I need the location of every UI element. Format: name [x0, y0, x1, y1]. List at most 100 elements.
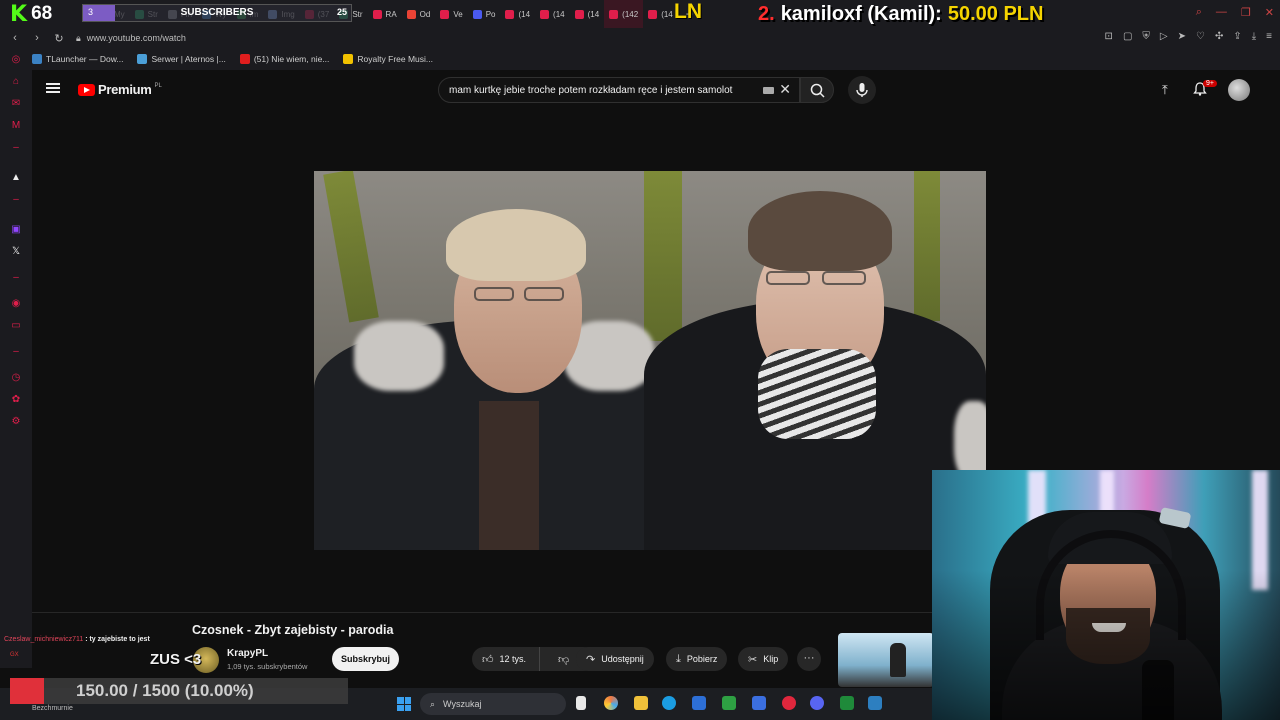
edge-icon[interactable] — [662, 696, 676, 710]
windows-start-icon[interactable] — [397, 697, 411, 711]
divider-dash-icon: – — [13, 346, 19, 357]
extensions-sidebar-icon[interactable]: ✿ — [10, 394, 22, 406]
app-icon[interactable] — [840, 696, 854, 710]
video-player[interactable] — [314, 171, 986, 550]
file-explorer-icon[interactable] — [634, 696, 648, 710]
dislike-button[interactable]: 👎︎ — [546, 653, 569, 666]
heart-icon[interactable]: ♡ — [1196, 31, 1205, 42]
more-actions-button[interactable]: ··· — [797, 647, 821, 671]
taskbar-search-input[interactable]: ⌕ Wyszukaj — [420, 693, 566, 715]
shopping-icon[interactable]: ⌂ — [10, 76, 22, 88]
clip-label: Klip — [763, 654, 779, 664]
country-code: PL — [154, 82, 162, 89]
close-window-icon[interactable]: ✕ — [1265, 6, 1274, 19]
aria-icon[interactable]: ▲ — [10, 172, 22, 184]
shield-icon[interactable]: ⛨ — [1142, 31, 1150, 42]
pin-icon[interactable]: ⊡ — [1105, 31, 1113, 42]
download-button[interactable]: ⤓ Pobierz — [666, 647, 728, 671]
opera-gx-icon[interactable] — [782, 696, 796, 710]
search-icon: ⌕ — [430, 698, 436, 709]
divider-dash-icon: – — [13, 272, 19, 283]
url-field[interactable]: 🔒︎ www.youtube.com/watch — [76, 33, 186, 44]
minimize-icon[interactable]: — — [1216, 6, 1227, 19]
thumb-down-icon: 👎︎ — [558, 653, 570, 666]
browser-tab[interactable]: RA — [368, 0, 402, 28]
history-icon[interactable]: ◷ — [10, 372, 22, 384]
webcam-overlay — [932, 470, 1280, 720]
keyboard-icon[interactable] — [763, 86, 774, 94]
share-icon: ↷ — [586, 653, 596, 666]
mic-button[interactable] — [848, 76, 876, 104]
bookmark-favicon-icon — [32, 54, 42, 64]
search-button[interactable] — [800, 77, 834, 103]
browser-tab[interactable]: (14 — [570, 0, 605, 28]
thumbnail-figure — [890, 643, 906, 677]
ln-overlay: LN — [674, 0, 702, 23]
downloads-icon[interactable]: ⤓ — [1252, 31, 1256, 42]
browser-tab[interactable]: (14 — [535, 0, 570, 28]
browser-menu-icon[interactable]: ≡ — [1266, 31, 1272, 42]
subscribe-button[interactable]: Subskrybuj — [332, 647, 399, 671]
twitch-icon[interactable]: ▣ — [10, 224, 22, 236]
settings-icon[interactable]: ⚙ — [10, 416, 22, 428]
chat-user: Czeslaw_michniewicz711 — [4, 636, 84, 643]
share-button[interactable]: ↷ Udostępnij — [576, 647, 654, 671]
copilot-icon[interactable] — [604, 696, 618, 710]
donation-name: kamiloxf (Kamil): — [780, 2, 942, 25]
messenger-icon[interactable]: ✉ — [10, 98, 22, 110]
menu-icon[interactable] — [46, 83, 60, 93]
clear-search-icon[interactable]: ✕ — [779, 81, 791, 98]
m-app-icon[interactable]: M — [10, 120, 22, 132]
back-icon[interactable]: ‹ — [8, 32, 22, 44]
bookmark-item[interactable]: (51) Nie wiem, nie... — [239, 54, 329, 64]
search-input[interactable]: mam kurtkę jebie troche potem rozkładam … — [438, 77, 800, 103]
upload-icon[interactable]: ⤒ — [1162, 82, 1168, 98]
info-divider — [32, 612, 932, 613]
xbox-icon[interactable] — [722, 696, 736, 710]
forward-icon[interactable]: › — [30, 32, 44, 44]
youtube-logo[interactable]: Premium PL — [78, 82, 162, 97]
browser-tab[interactable]: (14 — [643, 0, 678, 28]
task-view-icon[interactable] — [576, 696, 586, 710]
channel-name[interactable]: KrapyPL — [227, 648, 268, 659]
browser-tab[interactable]: Ve — [435, 0, 467, 28]
browser-tab[interactable]: Od — [402, 0, 436, 28]
discord-icon[interactable] — [810, 696, 824, 710]
clip-button[interactable]: ✂ Klip — [738, 647, 789, 671]
recommended-video-thumbnail[interactable] — [838, 633, 934, 687]
reload-icon[interactable]: ↻ — [52, 32, 66, 45]
extensions-icon[interactable]: ✣ — [1215, 31, 1223, 42]
tab-favicon-icon — [609, 9, 619, 19]
wallet-icon[interactable]: ▭ — [10, 320, 22, 332]
subscribers-label: SUBSCRIBERS — [180, 7, 254, 18]
bookmark-item[interactable]: Serwer | Aternos |... — [137, 54, 226, 64]
visual-studio-icon[interactable] — [752, 696, 766, 710]
maximize-icon[interactable]: ❐ — [1241, 6, 1251, 19]
kick-logo: K — [10, 1, 28, 27]
send-icon[interactable]: ➤ — [1178, 31, 1186, 42]
opera-icon[interactable]: ◎ — [10, 54, 22, 66]
taskbar-search-placeholder: Wyszukaj — [443, 699, 482, 709]
snapshot-icon[interactable]: ▢ — [1123, 31, 1132, 42]
tab-favicon-icon — [406, 9, 416, 19]
avatar[interactable] — [1228, 79, 1250, 101]
bookmark-item[interactable]: Royalty Free Musi... — [343, 54, 433, 64]
browser-tab[interactable]: (14 — [500, 0, 535, 28]
player-icon[interactable]: ▷ — [1160, 31, 1168, 42]
right-person-hair — [748, 191, 892, 271]
left-person-fur-collar — [354, 321, 444, 391]
like-button[interactable]: 👍︎ 12 tys. — [472, 647, 540, 671]
store-icon[interactable] — [692, 696, 706, 710]
browser-tab[interactable]: (142 — [604, 0, 644, 28]
left-person-glasses — [474, 287, 514, 301]
subscribers-target: 25 — [336, 7, 347, 17]
mic-icon — [856, 83, 868, 97]
x-icon[interactable]: 𝕏 — [10, 246, 22, 258]
bookmark-item[interactable]: TLauncher — Dow... — [32, 54, 123, 64]
share-page-icon[interactable]: ⇪ — [1233, 31, 1241, 42]
tab-favicon-icon — [540, 9, 550, 19]
player-sidebar-icon[interactable]: ◉ — [10, 298, 22, 310]
browser-tab[interactable]: Po — [468, 0, 501, 28]
search-tabs-icon[interactable]: ⌕ — [1196, 6, 1202, 19]
photos-icon[interactable] — [868, 696, 882, 710]
